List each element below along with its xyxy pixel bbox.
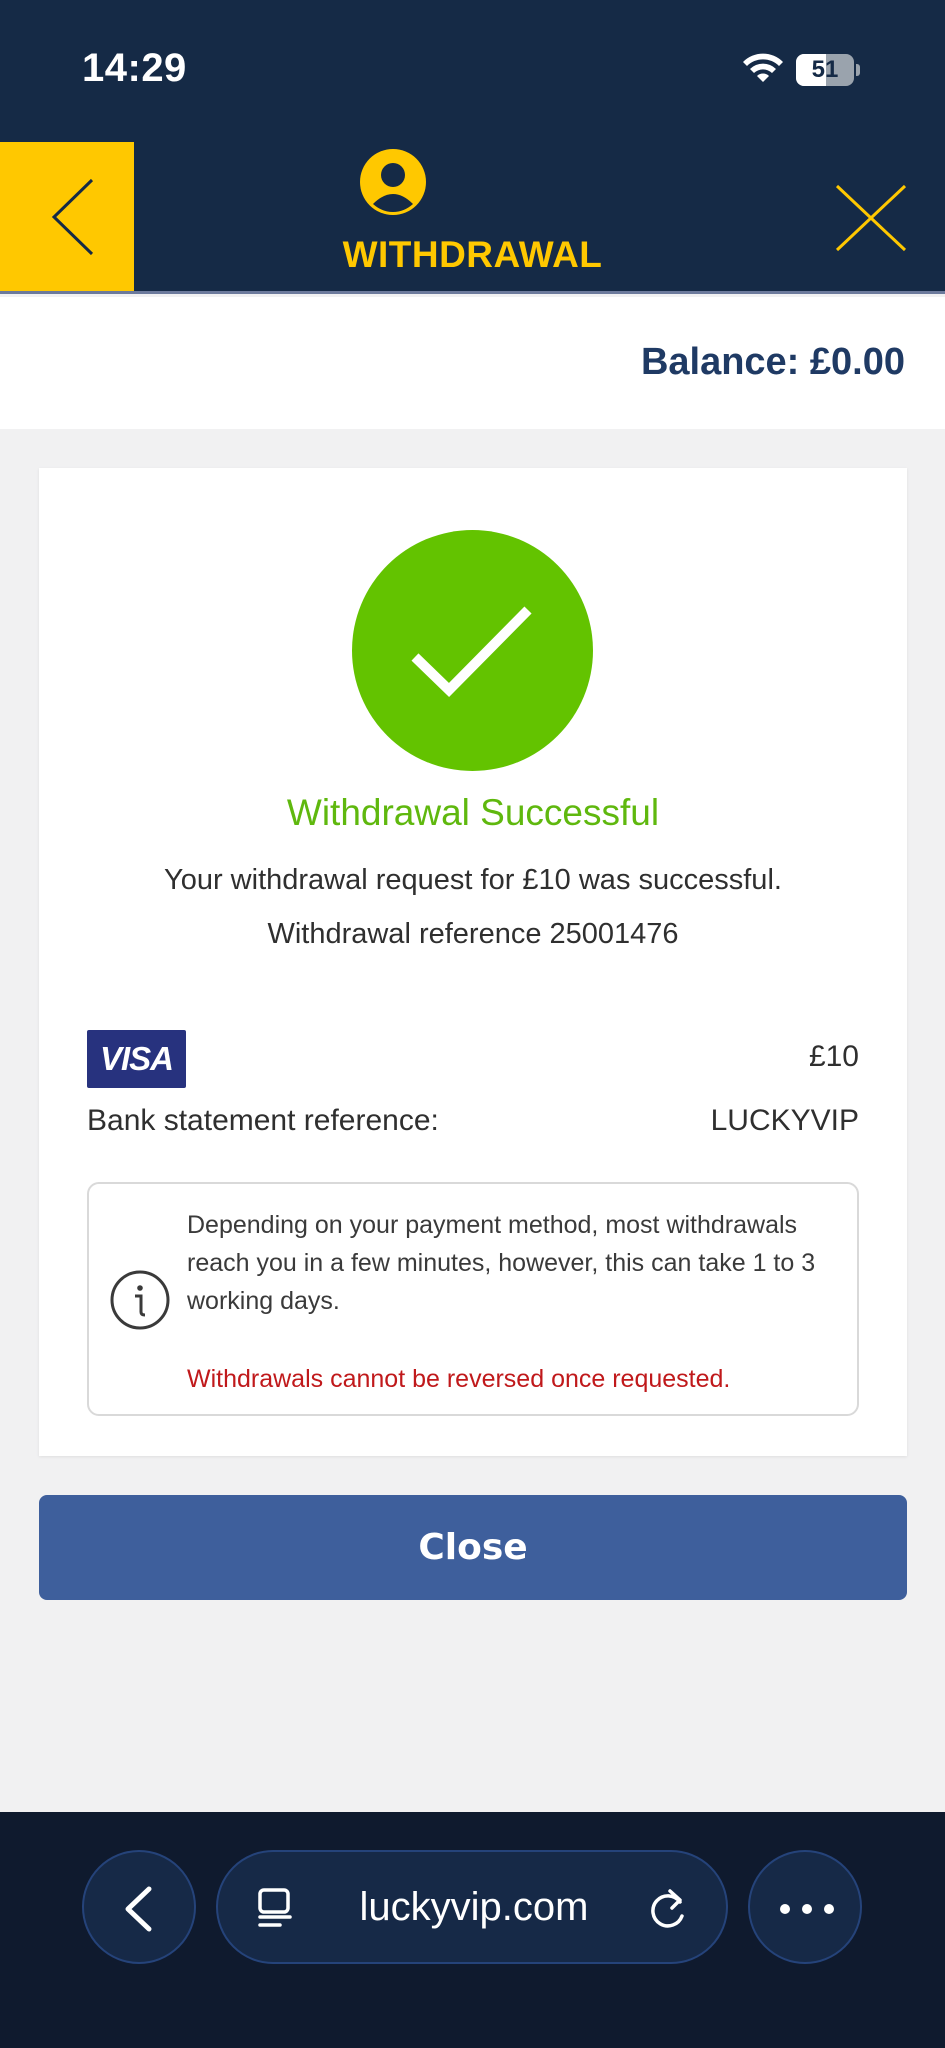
status-bar: 14:29 51 <box>0 0 945 142</box>
address-bar[interactable]: luckyvip.com <box>216 1850 728 1964</box>
balance-bar: Balance: £0.00 <box>0 297 945 429</box>
header-center: WITHDRAWAL <box>300 142 645 291</box>
success-message: Your withdrawal request for £10 was succ… <box>164 864 782 896</box>
bank-statement-value: LUCKYVIP <box>710 1104 859 1137</box>
visa-logo: VISA <box>87 1030 186 1088</box>
reload-icon[interactable] <box>646 1886 690 1932</box>
info-box: Depending on your payment method, most w… <box>87 1182 859 1416</box>
withdrawal-result-card: Withdrawal Successful Your withdrawal re… <box>39 468 907 1456</box>
withdrawal-amount: £10 <box>808 1040 859 1073</box>
app-header: WITHDRAWAL <box>0 142 945 294</box>
success-title: Withdrawal Successful <box>286 792 660 833</box>
battery-icon: 51 <box>796 54 860 86</box>
success-badge <box>352 530 593 771</box>
info-icon <box>110 1270 170 1330</box>
close-icon[interactable] <box>833 182 909 254</box>
chevron-left-icon <box>125 1886 152 1932</box>
checkmark-icon <box>411 606 532 698</box>
close-button[interactable]: Close <box>39 1495 907 1600</box>
user-icon <box>360 149 426 215</box>
more-icon <box>780 1904 834 1914</box>
browser-toolbar: luckyvip.com <box>0 1812 945 2048</box>
battery-level: 51 <box>811 56 839 83</box>
info-text: Depending on your payment method, most w… <box>187 1211 816 1315</box>
back-button[interactable] <box>0 142 134 291</box>
more-button[interactable] <box>748 1850 862 1964</box>
status-time: 14:29 <box>82 46 187 90</box>
withdrawal-reference: Withdrawal reference 25001476 <box>267 918 679 950</box>
page-title: WITHDRAWAL <box>342 234 603 275</box>
wifi-icon <box>743 53 783 82</box>
chevron-left-icon <box>51 178 94 256</box>
bank-statement-label: Bank statement reference: <box>87 1104 439 1137</box>
info-warning: Withdrawals cannot be reversed once requ… <box>187 1365 731 1393</box>
balance-text: Balance: £0.00 <box>640 341 905 383</box>
card-brand: VISA <box>99 1040 174 1077</box>
browser-back-button[interactable] <box>82 1850 196 1964</box>
